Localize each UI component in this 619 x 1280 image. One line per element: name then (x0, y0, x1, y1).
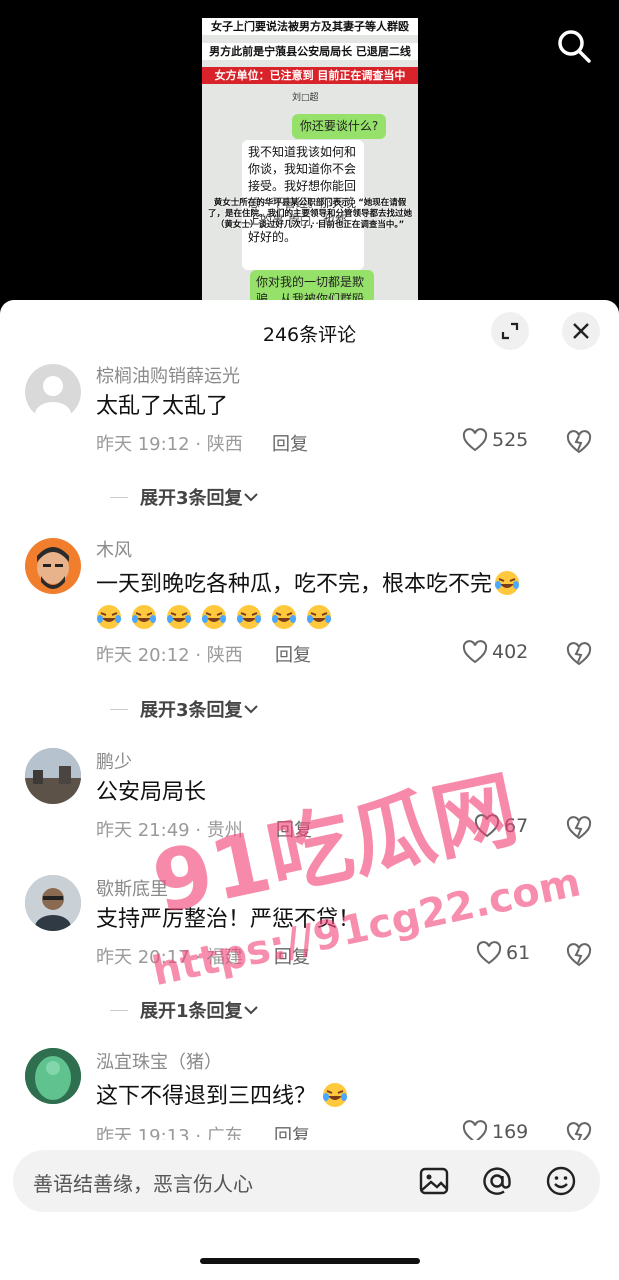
avatar[interactable] (25, 364, 81, 420)
like-button[interactable]: 67 (474, 814, 528, 838)
comment-text: 这下不得退到三四线？ (96, 1080, 566, 1114)
comment-input-placeholder[interactable]: 善语结善缘，恶言伤人心 (33, 1168, 253, 1197)
image-icon[interactable] (417, 1164, 451, 1198)
comment-author[interactable]: 木风 (96, 536, 132, 562)
like-button[interactable]: 525 (462, 428, 528, 452)
divider-line (110, 496, 128, 498)
heart-icon (462, 1120, 488, 1140)
expand-replies-button[interactable]: 展开1条回复 (110, 997, 259, 1023)
video-frame: 女子上门要说法被男方及其妻子等人群殴 男方此前是宁蒗县公安局局长 已退居二线 女… (202, 18, 418, 318)
reply-button[interactable]: 回复 (274, 1122, 310, 1140)
like-count: 61 (506, 942, 531, 964)
avatar[interactable] (25, 538, 81, 594)
dislike-heart-icon[interactable] (566, 430, 592, 454)
default-avatar-icon (35, 376, 71, 420)
cartoon-avatar-icon (37, 547, 69, 589)
video-headline-2: 男方此前是宁蒗县公安局局长 已退居二线 (202, 43, 418, 60)
comment-author[interactable]: 棕榈油购销薛运光 (96, 362, 240, 388)
expand-replies-button[interactable]: 展开3条回复 (110, 484, 259, 510)
search-icon[interactable] (556, 28, 592, 64)
comment-text: 公安局局长 (96, 780, 207, 805)
laugh-cry-emoji (494, 570, 520, 596)
laugh-cry-emoji (166, 604, 192, 630)
reply-button[interactable]: 回复 (275, 641, 311, 667)
comment-text: 一天到晚吃各种瓜，吃不完，根本吃不完 (96, 568, 566, 636)
comment-author[interactable]: 泓宜珠宝（猪） (96, 1048, 222, 1074)
comment-time-location: 昨天 20:12 · 陕西 (96, 645, 243, 666)
dislike-heart-icon[interactable] (566, 816, 592, 840)
like-count: 402 (492, 641, 529, 663)
reply-button[interactable]: 回复 (272, 430, 308, 456)
laugh-cry-emoji (131, 604, 157, 630)
comment-time-location: 昨天 19:12 · 陕西 (96, 434, 243, 455)
laugh-cry-emoji (236, 604, 262, 630)
chevron-down-icon (243, 705, 258, 714)
comment-item: 泓宜珠宝（猪） 这下不得退到三四线？ 昨天 19:13 · 广东 回复 169 (0, 1048, 619, 1140)
laugh-cry-emoji (271, 604, 297, 630)
avatar[interactable] (25, 875, 81, 931)
reply-button[interactable]: 回复 (274, 943, 310, 969)
like-count: 525 (492, 429, 529, 451)
comment-author[interactable]: 歇斯底里 (96, 875, 168, 901)
photo-avatar-icon (25, 748, 81, 804)
video-player[interactable]: 女子上门要说法被男方及其妻子等人群殴 男方此前是宁蒗县公安局局长 已退居二线 女… (0, 0, 619, 330)
like-count: 169 (492, 1121, 529, 1140)
chat-contact-name: 刘□超 (292, 93, 319, 103)
heart-icon (474, 814, 500, 838)
divider-line (110, 708, 128, 710)
laugh-cry-emoji (201, 604, 227, 630)
dislike-heart-icon[interactable] (566, 1122, 592, 1140)
comment-text: 支持严厉整治！严惩不贷！ (96, 907, 361, 932)
expand-replies-label: 展开3条回复 (140, 488, 243, 509)
expand-replies-button[interactable]: 展开3条回复 (110, 696, 259, 722)
comment-text: 太乱了太乱了 (96, 394, 229, 419)
avatar[interactable] (25, 748, 81, 804)
expand-icon (501, 322, 519, 340)
reply-button[interactable]: 回复 (276, 816, 312, 842)
dislike-heart-icon[interactable] (566, 642, 592, 666)
chat-bubble-outgoing: 你还要谈什么? (292, 114, 386, 139)
laugh-cry-emoji (96, 604, 122, 630)
laugh-cry-emoji (306, 604, 332, 630)
close-button[interactable] (562, 312, 600, 350)
comment-input-bar[interactable]: 善语结善缘，恶言伤人心 (13, 1150, 600, 1212)
expand-button[interactable] (491, 312, 529, 350)
expand-replies-label: 展开1条回复 (140, 1001, 243, 1022)
comment-time-location: 昨天 21:49 · 贵州 (96, 820, 243, 841)
home-indicator[interactable] (200, 1258, 420, 1264)
chevron-down-icon (243, 1006, 258, 1015)
like-button[interactable]: 61 (476, 941, 530, 965)
expand-replies-label: 展开3条回复 (140, 700, 243, 721)
heart-icon (462, 640, 488, 664)
photo-avatar-icon (25, 875, 81, 931)
at-icon[interactable] (480, 1164, 514, 1198)
heart-icon (462, 428, 488, 452)
video-headline-3: 女方单位：已注意到 目前正在调查当中 (202, 67, 418, 84)
chevron-down-icon (243, 493, 258, 502)
like-button[interactable]: 402 (462, 640, 528, 664)
heart-icon (476, 941, 502, 965)
emoji-icon[interactable] (544, 1164, 578, 1198)
video-headline-1: 女子上门要说法被男方及其妻子等人群殴 (202, 18, 418, 35)
video-caption: 黄女士所在的华坪县某公职部门表示：“她现在请假了，是在住院。我们的主要领导和分管… (207, 198, 412, 230)
comment-text-content: 这下不得退到三四线？ (96, 1084, 317, 1109)
comment-time-location: 昨天 20:17 · 福建 (96, 947, 243, 968)
close-icon (573, 323, 589, 339)
comment-time-location: 昨天 19:13 · 广东 (96, 1126, 243, 1140)
jade-avatar-icon (25, 1048, 81, 1104)
avatar[interactable] (25, 1048, 81, 1104)
like-count: 67 (504, 815, 529, 837)
laugh-cry-emoji (322, 1082, 348, 1108)
comment-author[interactable]: 鹏少 (96, 748, 132, 774)
comment-text-content: 一天到晚吃各种瓜，吃不完，根本吃不完 (96, 572, 493, 597)
like-button[interactable]: 169 (462, 1120, 528, 1140)
divider-line (110, 1009, 128, 1011)
dislike-heart-icon[interactable] (566, 943, 592, 967)
